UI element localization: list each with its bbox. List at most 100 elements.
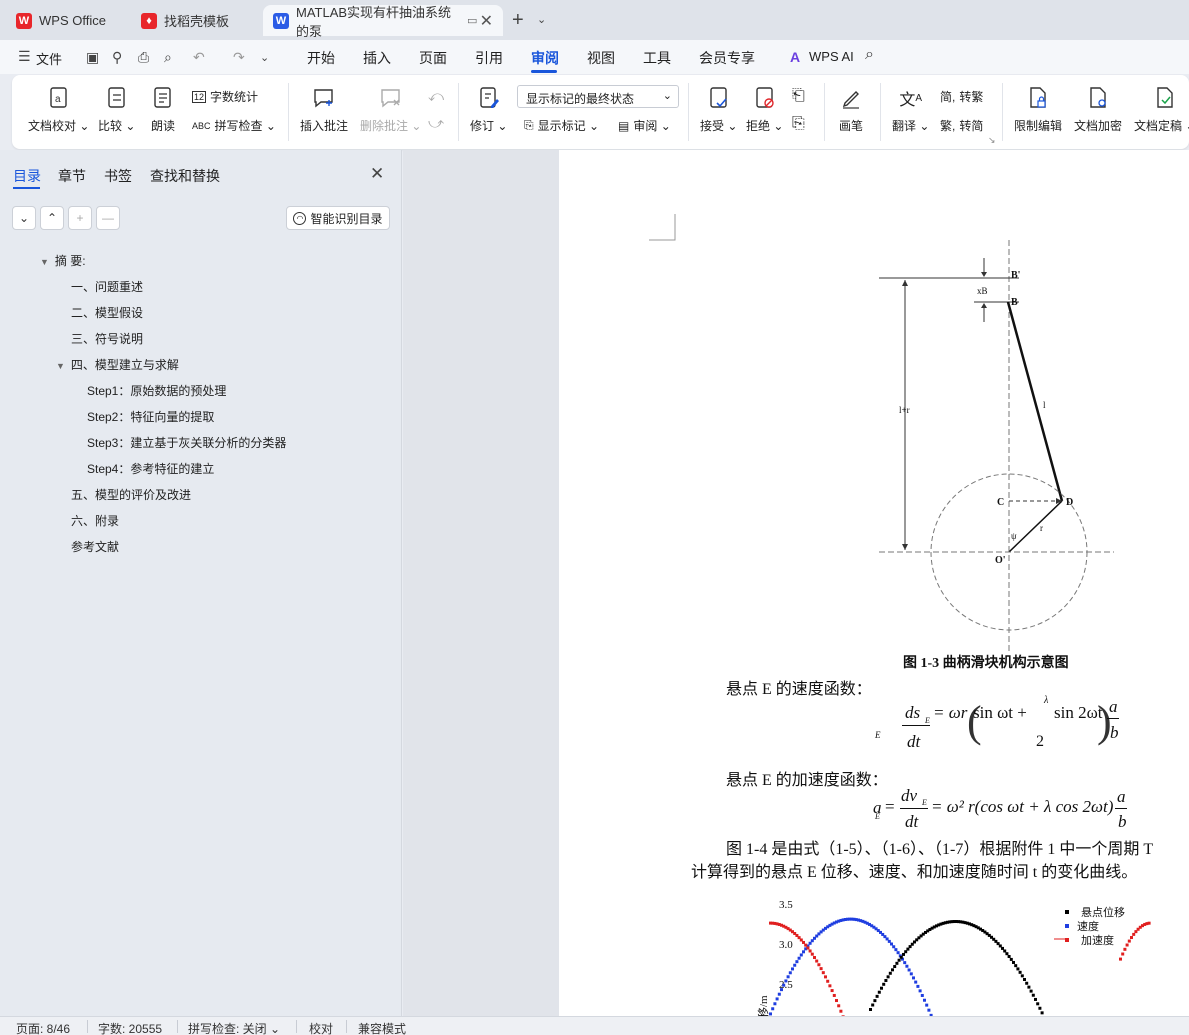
accept-button[interactable]: 接受 ⌄ [700, 85, 737, 134]
menu-view[interactable]: 视图 [587, 48, 615, 68]
toc-item[interactable]: 三、符号说明 [71, 330, 143, 347]
toc-item[interactable]: Step3：建立基于灰关联分析的分类器 [87, 434, 286, 451]
menu-home[interactable]: 开始 [307, 48, 335, 68]
delete-comment-button[interactable]: 删除批注 ⌄ [360, 85, 421, 134]
chart-point [815, 959, 819, 963]
tab-bookmarks[interactable]: 书签 [104, 166, 132, 186]
chart-point [1125, 943, 1129, 947]
chart-point [806, 946, 810, 950]
pen-button[interactable]: 画笔 [838, 85, 864, 134]
toc-item-label: 五、模型的评价及改进 [71, 488, 192, 502]
y-axis-label: 移/m [757, 995, 770, 1016]
menu-wps-ai[interactable]: WPS AI [809, 49, 854, 64]
toc-item[interactable]: ▼ 四、模型建立与求解 [56, 356, 179, 373]
menu-review[interactable]: 审阅 [531, 48, 559, 68]
redo-icon[interactable]: ↷ [233, 49, 245, 66]
chevron-down-icon[interactable]: ⌄ [260, 51, 269, 64]
proofread-button[interactable]: a 文档校对 ⌄ [28, 85, 89, 134]
word-count-button[interactable]: 12 字数统计 [192, 88, 258, 105]
hamburger-icon[interactable]: ☰ [18, 48, 31, 65]
share-icon[interactable]: ⚲ [112, 49, 122, 66]
markup-state-select[interactable]: 显示标记的最终状态 ⌄ [517, 85, 679, 108]
menu-tools[interactable]: 工具 [643, 48, 671, 68]
menu-file[interactable]: 文件 [36, 49, 62, 68]
save-icon[interactable]: ▣ [86, 49, 99, 66]
document-page[interactable]: B' B xB l l+r C D r ψ O' 图 1-3 曲柄滑块机构示意图… [559, 150, 1189, 1016]
proofread-status[interactable]: 校对 [309, 1020, 333, 1035]
tab-toc[interactable]: 目录 [13, 166, 41, 186]
toc-item[interactable]: 五、模型的评价及改进 [71, 486, 191, 503]
toc-item[interactable]: 二、模型假设 [71, 304, 143, 321]
next-change-icon[interactable]: ⎘ [792, 115, 805, 133]
smart-toc-button[interactable]: ◠ 智能识别目录 [286, 206, 390, 230]
eq-lambda: λ [1044, 695, 1049, 706]
remove-heading-button[interactable]: — [96, 206, 120, 230]
toc-item[interactable]: Step2：特征向量的提取 [87, 408, 214, 425]
tab-sections[interactable]: 章节 [58, 166, 86, 186]
page-indicator[interactable]: 页面: 8/46 [16, 1020, 70, 1035]
toc-item[interactable]: Step4：参考特征的建立 [87, 460, 214, 477]
toc-item[interactable]: 六、附录 [71, 512, 119, 529]
to-simplified-button[interactable]: 繁, 转简 [940, 117, 983, 134]
word-count-status[interactable]: 字数: 20555 [98, 1020, 162, 1035]
close-tab-icon[interactable]: ✕ [480, 11, 493, 31]
insert-comment-button[interactable]: 插入批注 [300, 85, 348, 134]
chart-point [912, 976, 915, 980]
next-comment-icon[interactable]: ⤻ [428, 115, 444, 132]
revise-button[interactable]: 修订 ⌄ [470, 85, 507, 134]
toc-item[interactable]: ▼ 摘 要: [40, 252, 86, 269]
chevron-down-icon[interactable]: ⌄ [537, 13, 546, 26]
expand-dialog-icon[interactable]: ↘ [988, 135, 996, 146]
chart-point [1018, 970, 1022, 974]
toc-item[interactable]: 一、问题重述 [71, 278, 143, 295]
search-icon[interactable]: ⌕ [865, 46, 874, 64]
print-preview-icon[interactable]: ⌕ [164, 49, 172, 66]
collapse-all-button[interactable]: ⌄ [12, 206, 36, 230]
prev-change-icon[interactable]: ⎗ [792, 87, 805, 105]
chart-point [830, 989, 834, 993]
chart-point [892, 945, 896, 949]
compare-button[interactable]: 比较 ⌄ [98, 85, 135, 134]
undo-icon[interactable]: ↶ [193, 49, 205, 66]
eq-acc-denominator: dt [905, 812, 919, 831]
spell-check-status[interactable]: 拼写检查: 关闭 ⌄ [188, 1020, 280, 1035]
menu-membership[interactable]: 会员专享 [699, 48, 755, 68]
read-aloud-button[interactable]: 朗读 [150, 85, 176, 134]
review-pane-button[interactable]: ▤ 审阅 ⌄ [618, 117, 671, 134]
velocity-equation: E ds E dt = ωr ( sin ωt + λ sin 2ωt 2 ) … [871, 690, 1189, 760]
chart-point [882, 982, 886, 986]
divider [1002, 83, 1003, 141]
translate-button[interactable]: 文A 翻译 ⌄ [892, 85, 929, 134]
doc-finalize-button[interactable]: 文档定稿 ⌄ [1134, 85, 1189, 134]
restrict-edit-button[interactable]: 限制编辑 [1014, 85, 1062, 134]
toc-item[interactable]: Step1：原始数据的预处理 [87, 382, 226, 399]
print-icon[interactable]: ⎙ [138, 49, 149, 66]
reject-button[interactable]: 拒绝 ⌄ [746, 85, 783, 134]
chart-point [1132, 932, 1136, 936]
insert-comment-icon [311, 85, 337, 111]
menu-reference[interactable]: 引用 [475, 48, 503, 68]
wps-ai-icon[interactable]: A [790, 49, 800, 65]
tab-find-replace[interactable]: 查找和替换 [150, 166, 220, 186]
expand-up-button[interactable]: ⌃ [40, 206, 64, 230]
to-traditional-button[interactable]: 简, 转繁 [940, 88, 983, 105]
tab-document[interactable]: W MATLAB实现有杆抽油系统的泵 ▭ ✕ [263, 5, 503, 39]
prev-comment-icon[interactable]: ⤺ [428, 88, 444, 105]
navigation-pane: 目录 章节 书签 查找和替换 ✕ ⌄ ⌃ + — ◠ 智能识别目录 ▼ 摘 要: … [0, 150, 402, 1016]
doc-encrypt-button[interactable]: 文档加密 [1074, 85, 1122, 134]
toc-item[interactable]: 参考文献 [71, 538, 119, 555]
show-markup-button[interactable]: ⎘ 显示标记 ⌄ [524, 117, 599, 134]
menu-page[interactable]: 页面 [419, 48, 447, 68]
chart-point [893, 965, 897, 969]
tab-wps-office[interactable]: W WPS Office [6, 5, 124, 36]
close-pane-icon[interactable]: ✕ [370, 164, 384, 184]
add-heading-button[interactable]: + [68, 206, 92, 230]
chart-point [837, 1004, 841, 1008]
menu-insert[interactable]: 插入 [363, 48, 391, 68]
spell-check-button[interactable]: ABC 拼写检查 ⌄ [192, 117, 276, 134]
reject-icon [752, 85, 778, 111]
new-tab-icon[interactable]: + [512, 9, 524, 32]
chart-point [1007, 954, 1011, 958]
tab-template[interactable]: ♦ 找稻壳模板 [131, 5, 257, 36]
divider [177, 1020, 178, 1033]
